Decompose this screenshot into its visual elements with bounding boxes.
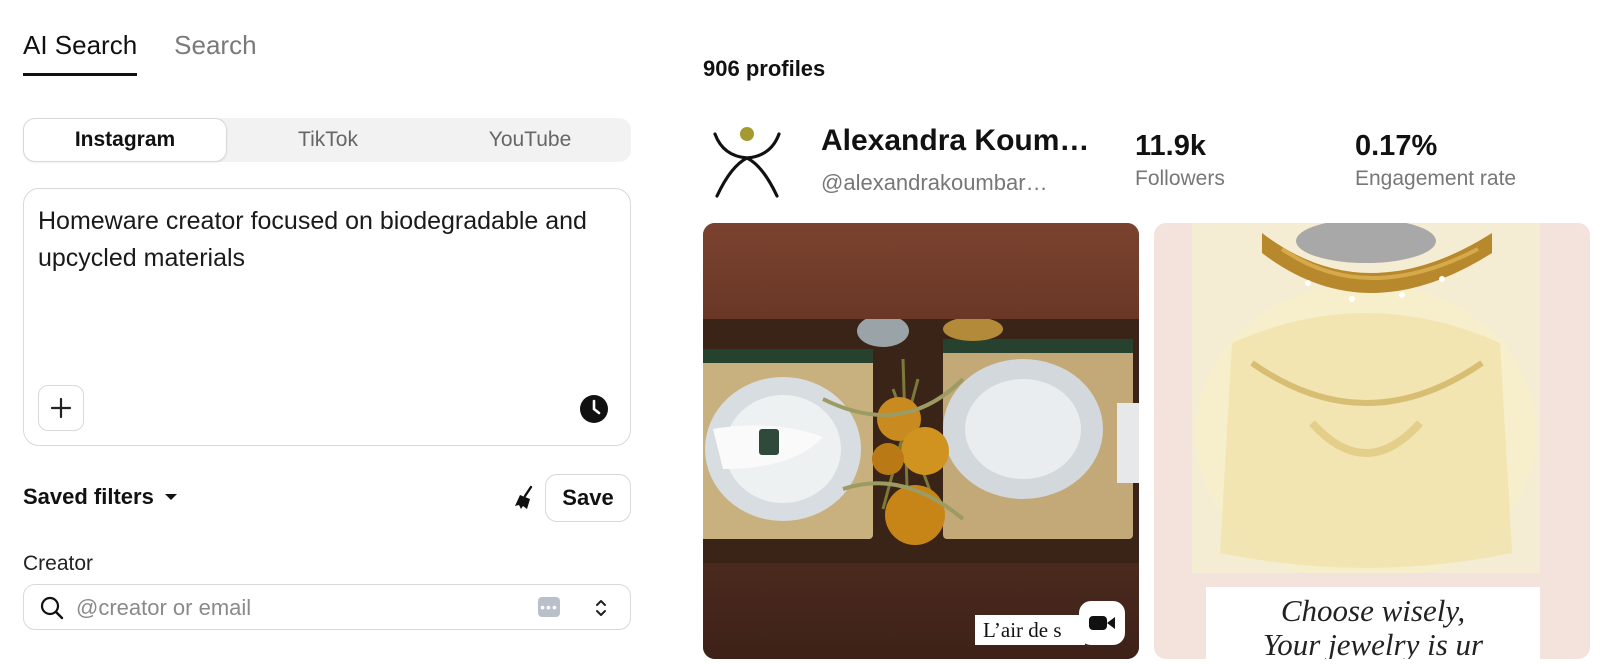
chevron-up-down-icon[interactable] [594, 597, 608, 619]
followers-stat: 11.9k Followers [1135, 130, 1225, 191]
clock-icon[interactable] [578, 393, 610, 425]
saved-filters-label: Saved filters [23, 484, 154, 509]
creator-filter-label: Creator [23, 552, 94, 575]
tab-search[interactable]: Search [174, 30, 256, 76]
post-thumbnail-image[interactable]: Choose wisely, Your jewelry is ur [1154, 223, 1590, 659]
quote-line-2: Your jewelry is ur [1262, 627, 1484, 659]
results-panel: 906 profiles Alexandra Koumbaroudis @ale… [703, 0, 1600, 664]
profile-card: Alexandra Koumbaroudis @alexandrakoumbar… [703, 118, 1600, 208]
search-panel: AI Search Search Instagram TikTok YouTub… [23, 0, 631, 664]
platform-selector: Instagram TikTok YouTube [23, 118, 631, 162]
post-thumbnail-video[interactable]: L’air de s [703, 223, 1139, 659]
creator-input[interactable] [76, 593, 516, 623]
platform-tiktok[interactable]: TikTok [227, 118, 429, 162]
quote-card: Choose wisely, Your jewelry is ur [1206, 587, 1540, 659]
video-caption: L’air de s [975, 615, 1085, 645]
video-top-bar [703, 223, 1139, 319]
video-camera-icon [1089, 616, 1115, 630]
jewelry-bottle-image [1192, 223, 1540, 573]
profile-count: 906 profiles [703, 56, 826, 81]
more-dots-icon[interactable]: ••• [538, 597, 560, 617]
video-badge [1079, 601, 1125, 645]
ai-prompt-box [23, 188, 631, 446]
quote-line-1: Choose wisely, [1280, 593, 1466, 628]
plus-icon [50, 397, 72, 419]
engagement-value: 0.17% [1355, 130, 1438, 162]
profile-handle: @alexandrakoumbaroudis [821, 170, 1051, 195]
save-button[interactable]: Save [545, 474, 631, 522]
saved-filters-dropdown[interactable]: Saved filters [23, 484, 178, 510]
creator-filter-field[interactable]: ••• [23, 584, 631, 630]
followers-value: 11.9k [1135, 130, 1206, 162]
followers-label: Followers [1135, 167, 1225, 190]
ai-prompt-input[interactable] [38, 203, 612, 363]
search-mode-tabs: AI Search Search [23, 30, 257, 76]
saved-filters-row: Saved filters Save [23, 474, 631, 522]
tab-ai-search[interactable]: AI Search [23, 30, 138, 76]
table-setting-image [703, 319, 1139, 563]
avatar[interactable] [709, 122, 785, 198]
caret-down-icon [164, 494, 177, 500]
broom-icon[interactable] [511, 484, 539, 512]
platform-youtube[interactable]: YouTube [429, 118, 631, 162]
engagement-stat: 0.17% Engagement rate [1355, 130, 1516, 191]
profile-name[interactable]: Alexandra Koumbaroudis [821, 124, 1103, 158]
engagement-label: Engagement rate [1355, 167, 1517, 190]
search-icon [40, 596, 64, 620]
add-attachment-button[interactable] [38, 385, 84, 431]
platform-instagram[interactable]: Instagram [23, 118, 227, 162]
